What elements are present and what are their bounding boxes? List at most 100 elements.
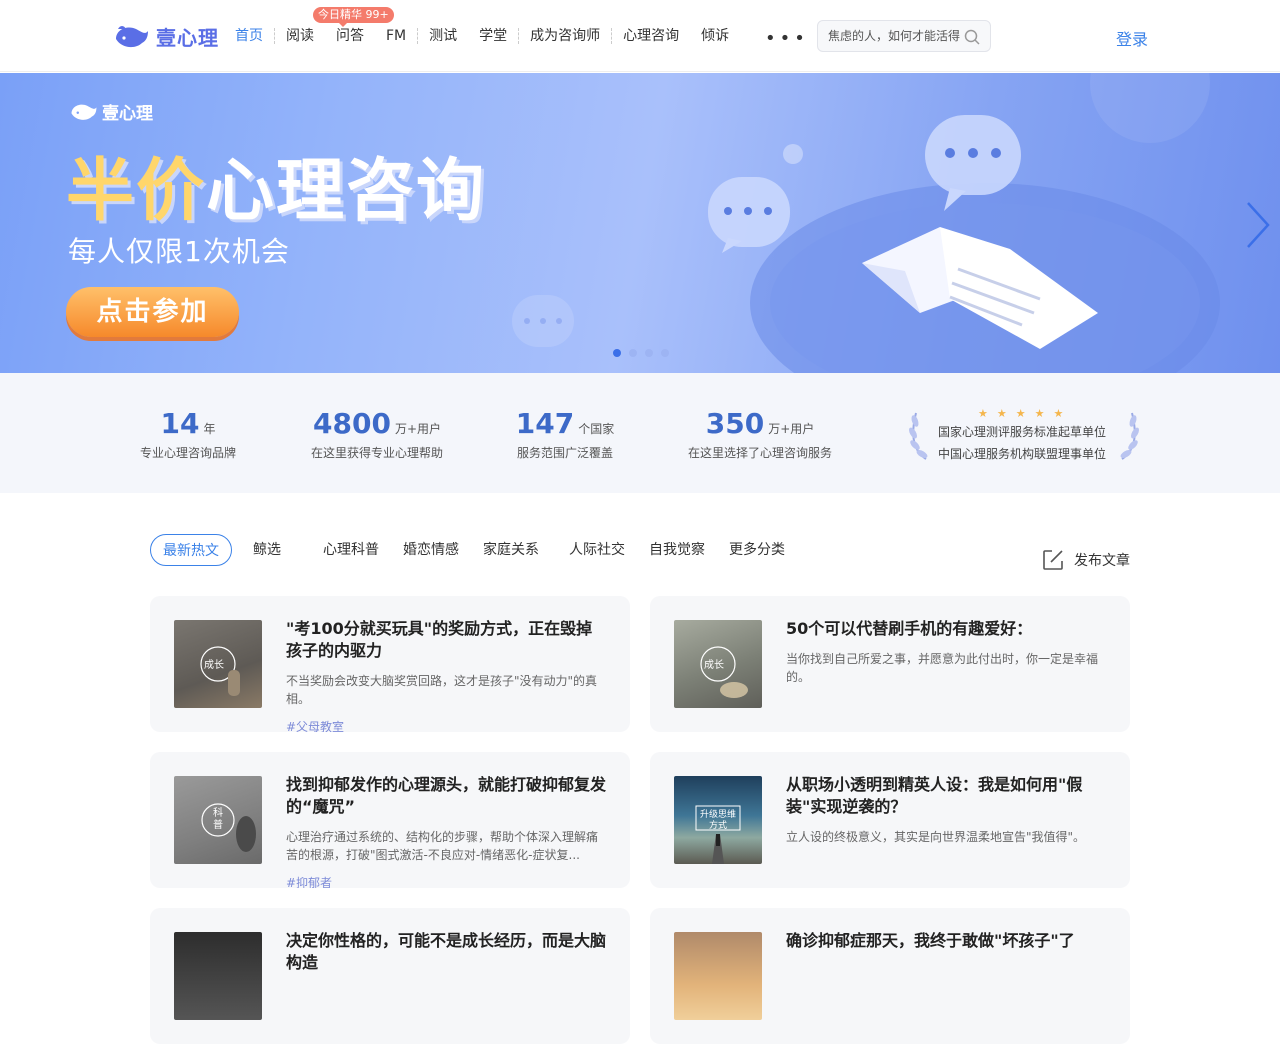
tab-psychology-science[interactable]: 心理科普 bbox=[311, 534, 391, 566]
article-summary: 心理治疗通过系统的、结构化的步骤，帮助个体深入理解痛苦的根源，打破"图式激活-不… bbox=[286, 830, 599, 862]
stat-unit: 年 bbox=[203, 422, 216, 436]
tab-more-categories[interactable]: 更多分类 bbox=[717, 534, 797, 566]
promo-banner[interactable]: 壹心理 半价心理咨询 每人仅限1次机会 点击参加 bbox=[0, 73, 1280, 373]
more-menu-button[interactable]: ••• bbox=[765, 28, 809, 49]
article-title[interactable]: "考100分就买玩具"的奖励方式，正在毁掉孩子的内驱力 bbox=[286, 618, 606, 662]
site-logo[interactable]: 壹心理 bbox=[114, 22, 219, 51]
article-thumbnail: 升级思维方式 bbox=[674, 776, 762, 864]
tab-whale-picks[interactable]: 鲸选 bbox=[241, 534, 293, 566]
article-thumbnail: 成长 bbox=[174, 620, 262, 708]
stat-counseling-users: 350 万+用户 在这里选择了心理咨询服务 bbox=[676, 407, 844, 461]
stat-years: 14 年 专业心理咨询品牌 bbox=[128, 407, 248, 461]
article-summary: 立人设的终极意义，其实是向世界温柔地宣告"我值得"。 bbox=[786, 830, 1086, 844]
article-thumbnail bbox=[674, 932, 762, 1020]
stat-unit: 万+用户 bbox=[768, 422, 815, 436]
article-title[interactable]: 从职场小透明到精英人设：我是如何用"假装"实现逆袭的？ bbox=[786, 774, 1106, 818]
stat-users: 4800 万+用户 在这里获得专业心理帮助 bbox=[300, 407, 454, 461]
whale-logo-icon bbox=[116, 25, 148, 47]
stat-number: 14 bbox=[160, 407, 200, 440]
article-summary: 不当奖励会改变大脑奖赏回路，这才是孩子"没有动力"的真相。 bbox=[286, 674, 598, 706]
nav-confide[interactable]: 倾诉 bbox=[690, 28, 740, 44]
laurel-left-icon bbox=[909, 412, 928, 460]
carousel-dot[interactable] bbox=[613, 349, 621, 357]
publish-article-button[interactable]: 发布文章 bbox=[1042, 549, 1130, 571]
login-link[interactable]: 登录 bbox=[1116, 26, 1148, 50]
stat-number: 350 bbox=[705, 407, 765, 440]
edit-icon bbox=[1043, 550, 1063, 570]
tab-latest-hot[interactable]: 最新热文 bbox=[150, 534, 232, 566]
nav-qa[interactable]: 问答 bbox=[325, 28, 375, 44]
award-line: 国家心理测评服务标准起草单位 bbox=[938, 425, 1107, 439]
category-tabs: 最新热文 鲸选 心理科普 婚恋情感 家庭关系 人际社交 自我觉察 更多分类 bbox=[150, 534, 806, 566]
stat-unit: 个国家 bbox=[578, 422, 615, 436]
laurel-right-icon bbox=[1120, 412, 1139, 460]
rating-stars: ★★★★★ bbox=[978, 407, 1073, 420]
nav-read[interactable]: 阅读 bbox=[275, 28, 325, 44]
nav-school[interactable]: 学堂 bbox=[468, 28, 518, 44]
article-title[interactable]: 确诊抑郁症那天，我终于敢做"坏孩子"了 bbox=[786, 930, 1106, 952]
nav-home[interactable]: 首页 bbox=[224, 28, 274, 44]
chevron-right-icon[interactable] bbox=[1244, 201, 1272, 249]
daily-picks-badge: 今日精华 99+ bbox=[313, 7, 394, 27]
stat-number: 4800 bbox=[313, 407, 391, 440]
main-nav: 首页 阅读 问答 FM 测试 学堂 成为咨询师 心理咨询 倾诉 bbox=[224, 0, 740, 72]
nav-test[interactable]: 测试 bbox=[418, 28, 468, 44]
article-card[interactable]: 决定你性格的，可能不是成长经历，而是大脑构造 bbox=[150, 908, 630, 1044]
article-title[interactable]: 找到抑郁发作的心理源头，就能打破抑郁复发的“魔咒” bbox=[286, 774, 606, 818]
article-summary: 当你找到自己所爱之事，并愿意为此付出时，你一定是幸福的。 bbox=[786, 652, 1099, 684]
article-thumbnail: 科普 bbox=[174, 776, 262, 864]
tab-family[interactable]: 家庭关系 bbox=[471, 534, 551, 566]
carousel-dot[interactable] bbox=[629, 349, 637, 357]
stat-countries: 147 个国家 服务范围广泛覆盖 bbox=[503, 407, 627, 461]
banner-logo: 壹心理 bbox=[70, 99, 153, 124]
awards-badge: ★★★★★ 国家心理测评服务标准起草单位 中国心理服务机构联盟理事单位 bbox=[906, 407, 1142, 463]
banner-cta-button[interactable]: 点击参加 bbox=[66, 287, 239, 337]
banner-headline: 半价心理咨询 bbox=[66, 135, 486, 234]
article-thumbnail bbox=[174, 932, 262, 1020]
thumbnail-label: 成长 bbox=[204, 660, 224, 671]
stat-description: 在这里选择了心理咨询服务 bbox=[687, 446, 832, 460]
tab-social[interactable]: 人际社交 bbox=[557, 534, 637, 566]
carousel-dot[interactable] bbox=[661, 349, 669, 357]
tab-self-awareness[interactable]: 自我觉察 bbox=[637, 534, 717, 566]
article-thumbnail: 成长 bbox=[674, 620, 762, 708]
carousel-dot[interactable] bbox=[645, 349, 653, 357]
article-card[interactable]: 成长 "考100分就买玩具"的奖励方式，正在毁掉孩子的内驱力 不当奖励会改变大脑… bbox=[150, 596, 630, 732]
article-card[interactable]: 确诊抑郁症那天，我终于敢做"坏孩子"了 bbox=[650, 908, 1130, 1044]
award-line: 中国心理服务机构联盟理事单位 bbox=[938, 447, 1107, 461]
nav-fm[interactable]: FM bbox=[375, 28, 417, 44]
article-card[interactable]: 升级思维方式 从职场小透明到精英人设：我是如何用"假装"实现逆袭的？ 立人设的终… bbox=[650, 752, 1130, 888]
logo-text: 壹心理 bbox=[156, 26, 219, 50]
thumbnail-label: 科普 bbox=[213, 808, 223, 831]
nav-counseling[interactable]: 心理咨询 bbox=[612, 28, 690, 44]
nav-become-counselor[interactable]: 成为咨询师 bbox=[519, 28, 611, 44]
article-tag[interactable]: #父母教室 bbox=[286, 718, 344, 732]
publish-label: 发布文章 bbox=[1074, 553, 1130, 569]
banner-headline-main: 心理咨询 bbox=[206, 152, 487, 231]
stat-number: 147 bbox=[515, 407, 575, 440]
article-card[interactable]: 科普 找到抑郁发作的心理源头，就能打破抑郁复发的“魔咒” 心理治疗通过系统的、结… bbox=[150, 752, 630, 888]
thumbnail-label: 升级思维方式 bbox=[699, 810, 736, 831]
stats-strip: 14 年 专业心理咨询品牌 4800 万+用户 在这里获得专业心理帮助 147 个国家… bbox=[0, 373, 1280, 493]
search-input[interactable] bbox=[828, 21, 968, 51]
thumbnail-label: 成长 bbox=[704, 660, 724, 671]
chat-bubble-medium-icon bbox=[708, 177, 790, 253]
stat-unit: 万+用户 bbox=[394, 422, 441, 436]
search-icon[interactable] bbox=[964, 29, 980, 45]
search-box bbox=[817, 20, 991, 52]
article-card[interactable]: 成长 50个可以代替刷手机的有趣爱好： 当你找到自己所爱之事，并愿意为此付出时，… bbox=[650, 596, 1130, 732]
banner-logo-text: 壹心理 bbox=[102, 104, 153, 124]
chat-bubble-faint-icon bbox=[512, 295, 574, 347]
whale-logo-icon bbox=[71, 104, 97, 120]
banner-subtitle: 每人仅限1次机会 bbox=[68, 235, 290, 268]
carousel-dots bbox=[613, 349, 677, 357]
stat-description: 专业心理咨询品牌 bbox=[139, 446, 236, 460]
site-header: 壹心理 首页 阅读 问答 FM 测试 学堂 成为咨询师 心理咨询 倾诉 今日精华… bbox=[0, 0, 1280, 72]
stat-description: 在这里获得专业心理帮助 bbox=[310, 446, 443, 460]
article-title[interactable]: 50个可以代替刷手机的有趣爱好： bbox=[786, 618, 1106, 640]
stat-description: 服务范围广泛覆盖 bbox=[516, 446, 613, 460]
article-tag[interactable]: #抑郁者 bbox=[286, 874, 332, 888]
article-title[interactable]: 决定你性格的，可能不是成长经历，而是大脑构造 bbox=[286, 930, 606, 974]
tab-love-marriage[interactable]: 婚恋情感 bbox=[391, 534, 471, 566]
banner-headline-highlight: 半价 bbox=[66, 152, 207, 231]
